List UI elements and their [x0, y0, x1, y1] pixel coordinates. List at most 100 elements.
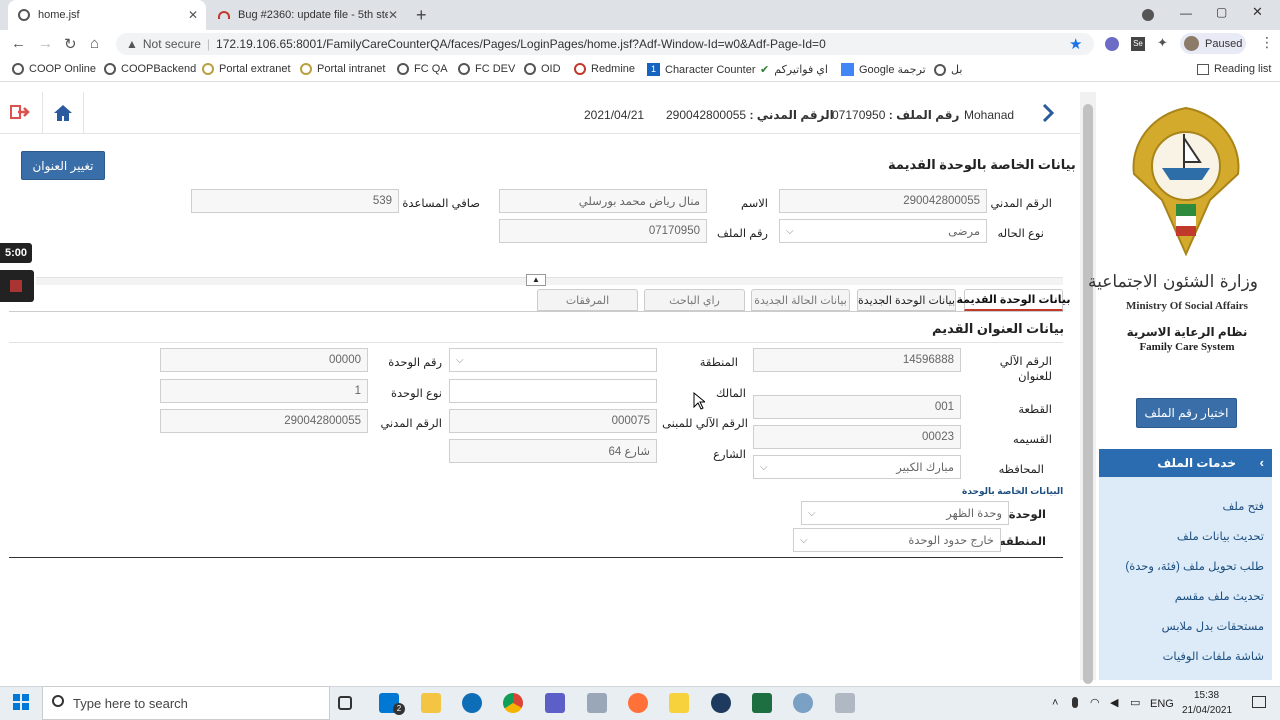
unit-area-select[interactable]: ⌵ خارج حدود الوحدة: [793, 528, 1001, 552]
microphone-icon[interactable]: [1072, 697, 1078, 708]
governorate-select[interactable]: ⌵ مبارك الكبير: [753, 455, 961, 479]
name-field[interactable]: منال رياض محمد بورسلي: [499, 189, 707, 213]
app-icon[interactable]: [793, 693, 813, 713]
tab-attachments[interactable]: المرفقات: [537, 289, 638, 311]
bookmark-portal-extranet[interactable]: Portal extranet: [202, 63, 291, 75]
bookmark-portal-intranet[interactable]: Portal intranet: [300, 63, 385, 75]
case-type-select[interactable]: ⌵ مرضى: [779, 219, 987, 243]
unit-select[interactable]: ⌵ وحدة الظهر: [801, 501, 1009, 525]
net-aid-field[interactable]: 539: [191, 189, 399, 213]
puzzle-icon[interactable]: ✦: [1157, 35, 1168, 51]
building-no-field[interactable]: 000075: [449, 409, 657, 433]
stop-recording-button[interactable]: [0, 270, 34, 302]
menu-item-update-file[interactable]: تحديث بيانات ملف: [1177, 529, 1264, 543]
maximize-button[interactable]: ▢: [1216, 5, 1227, 19]
plot-field[interactable]: 00023: [753, 425, 961, 449]
app-icon[interactable]: [711, 693, 731, 713]
tab-old-unit[interactable]: بيانات الوحدة القديمة: [956, 289, 1071, 311]
teamviewer-icon[interactable]: [462, 693, 482, 713]
splitter[interactable]: [36, 277, 1063, 285]
file-explorer-icon[interactable]: [421, 693, 441, 713]
wifi-icon[interactable]: ◠: [1090, 696, 1100, 709]
tab-new-unit[interactable]: بيانات الوحدة الجديدة: [857, 289, 956, 311]
old-address-title: بيانات العنوان القديم: [932, 321, 1065, 336]
file-services-header[interactable]: خدمات الملف ‹: [1099, 449, 1272, 477]
extension-icon[interactable]: [1105, 37, 1119, 51]
star-icon[interactable]: ★: [1069, 35, 1082, 53]
bookmark-fc-qa[interactable]: FC QA: [397, 63, 448, 75]
window-close-button[interactable]: ✕: [1252, 4, 1263, 20]
new-tab-button[interactable]: +: [416, 5, 427, 26]
app-icon[interactable]: [587, 693, 607, 713]
bookmark-invoices[interactable]: ✔ اي فواتيركم: [760, 63, 828, 76]
bookmark-redmine[interactable]: Redmine: [574, 63, 635, 75]
home-button[interactable]: [42, 92, 84, 134]
reload-icon[interactable]: ↻: [64, 35, 77, 53]
logout-icon[interactable]: [10, 104, 30, 120]
bookmark-other[interactable]: بل: [934, 63, 962, 76]
bookmark-google-translate[interactable]: Google ترجمة: [841, 63, 926, 76]
tab-home[interactable]: home.jsf ✕: [8, 0, 206, 30]
chevron-right-icon[interactable]: [1042, 103, 1055, 125]
unit-label: الوحدة: [1008, 509, 1046, 521]
menu-dots-icon[interactable]: ⋮: [1260, 34, 1274, 51]
speaker-icon[interactable]: ◀: [1110, 696, 1118, 709]
close-icon[interactable]: ✕: [188, 8, 198, 22]
minimize-button[interactable]: —: [1180, 6, 1192, 20]
taskbar-search-box[interactable]: Type here to search: [42, 686, 330, 720]
teams-icon[interactable]: [545, 693, 565, 713]
system-name-en: Family Care System: [1139, 341, 1235, 353]
reading-list-button[interactable]: Reading list: [1197, 63, 1271, 75]
bookmark-coop-online[interactable]: COOP Online: [12, 63, 96, 75]
notifications-icon[interactable]: [1252, 696, 1266, 708]
profile-button[interactable]: Paused: [1180, 33, 1246, 54]
forward-icon[interactable]: →: [38, 35, 53, 52]
tab-search-icon[interactable]: [1142, 9, 1154, 21]
menu-item-death-files[interactable]: شاشة ملفات الوفيات: [1163, 649, 1264, 663]
app-icon[interactable]: [835, 693, 855, 713]
menu-item-transfer-file[interactable]: طلب تحويل ملف (فئة، وحدة): [1125, 559, 1264, 573]
name-label: الاسم: [740, 198, 768, 210]
owner-field[interactable]: [449, 379, 657, 403]
menu-item-open-file[interactable]: فتح ملف: [1223, 499, 1264, 513]
unit-type-field[interactable]: 1: [160, 379, 368, 403]
task-view-icon[interactable]: [338, 696, 352, 710]
tab-new-case[interactable]: بيانات الحالة الجديدة: [751, 289, 850, 311]
bookmark-coopbackend[interactable]: COOPBackend: [104, 63, 196, 75]
unit-area-label: المنطقه: [998, 536, 1046, 548]
area-select[interactable]: ⌵: [449, 348, 657, 372]
file-no-field[interactable]: 07170950: [499, 219, 707, 243]
language-indicator[interactable]: ENG: [1150, 698, 1174, 710]
street-field[interactable]: شارع 64: [449, 439, 657, 463]
net-aid-label: صافي المساعدة: [402, 198, 480, 210]
menu-item-update-split-file[interactable]: تحديث ملف مقسم: [1175, 589, 1264, 603]
tray-chevron-icon[interactable]: ˄: [1052, 697, 1058, 709]
scrollbar-thumb[interactable]: [1083, 104, 1093, 684]
close-icon[interactable]: ✕: [388, 8, 398, 22]
firefox-icon[interactable]: [628, 693, 648, 713]
excel-icon[interactable]: [752, 693, 772, 713]
tab-researcher-opinion[interactable]: راي الباحث: [644, 289, 745, 311]
auto-no-field[interactable]: 14596888: [753, 348, 961, 372]
sticky-notes-icon[interactable]: [669, 693, 689, 713]
home-icon[interactable]: ⌂: [90, 35, 99, 52]
bookmark-oid[interactable]: OID: [524, 63, 561, 75]
collapse-up-icon[interactable]: ▲: [526, 274, 546, 286]
back-icon[interactable]: ←: [11, 35, 26, 52]
bookmark-fc-dev[interactable]: FC DEV: [458, 63, 515, 75]
windows-start-icon[interactable]: [13, 694, 29, 710]
select-file-button[interactable]: اختيار رقم الملف: [1136, 398, 1237, 428]
bookmark-character-counter[interactable]: 1 Character Counter: [647, 63, 756, 76]
change-address-button[interactable]: تغيير العنوان: [21, 151, 105, 180]
selenium-icon[interactable]: Se: [1131, 37, 1145, 51]
menu-item-clothing-allowance[interactable]: مستحقات بدل ملابس: [1162, 619, 1264, 633]
civil-id-field[interactable]: 290042800055: [779, 189, 987, 213]
page-scrollbar[interactable]: [1080, 92, 1096, 684]
omnibox[interactable]: ▲ Not secure | 172.19.106.65:8001/Family…: [116, 33, 1094, 55]
unit-no-field[interactable]: 00000: [160, 348, 368, 372]
block-field[interactable]: 001: [753, 395, 961, 419]
chrome-icon[interactable]: [503, 693, 523, 713]
network-icon[interactable]: ▭: [1130, 696, 1140, 709]
tab-redmine-bug[interactable]: Bug #2360: update file - 5th step ✕: [208, 0, 406, 30]
address-civil-id-field[interactable]: 290042800055: [160, 409, 368, 433]
